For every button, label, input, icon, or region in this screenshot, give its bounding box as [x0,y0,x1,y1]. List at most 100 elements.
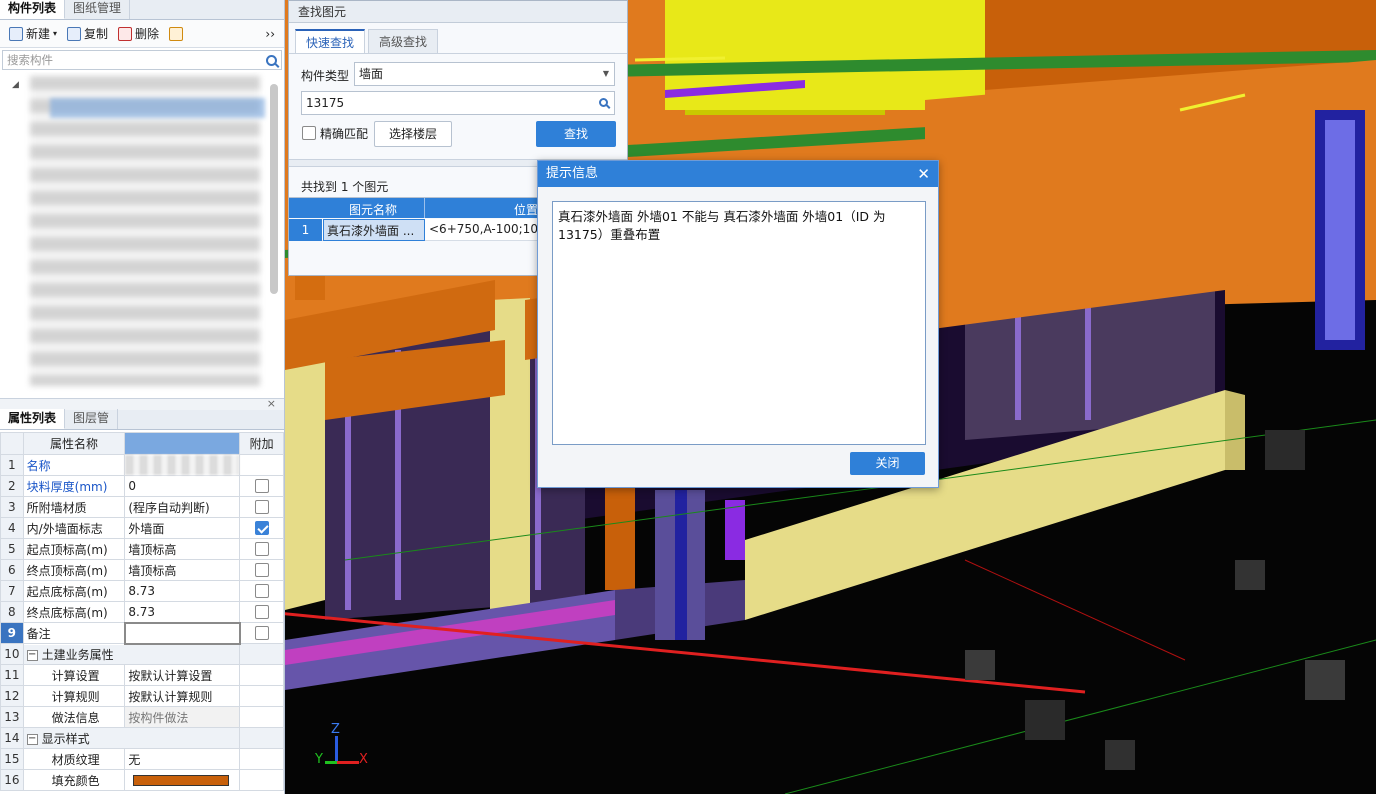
property-value[interactable]: (程序自动判断) [124,496,241,518]
property-tabbar: 属性列表 图层管 [0,409,284,430]
attach-checkbox[interactable] [254,500,269,515]
tab-quick-find[interactable]: 快速查找 [295,29,366,53]
property-value[interactable]: 按默认计算规则 [124,685,241,707]
exact-match-checkbox[interactable] [302,126,316,140]
property-name: 内/外墙面标志 [22,517,126,539]
dialog-message: 真石漆外墙面 外墙01 不能与 真石漆外墙面 外墙01（ID 为 13175）重… [558,209,886,242]
search-icon[interactable] [266,54,277,66]
choose-floor-button[interactable]: 选择楼层 [374,121,452,147]
row-number-header [0,432,24,455]
row-number: 10 [0,643,24,665]
property-value[interactable] [123,621,241,645]
attach-checkbox[interactable] [254,626,269,641]
component-tree[interactable]: ◢ [0,72,284,392]
property-value[interactable]: 8.73 [124,601,241,623]
table-row[interactable]: 7 起点底标高(m) 8.73 [0,580,284,602]
component-type-select[interactable]: 墙面 ▼ [354,62,615,86]
table-row[interactable]: 2 块料厚度(mm) 0 [0,475,284,497]
table-row[interactable]: 13 做法信息 按构件做法 [0,706,284,728]
table-row[interactable]: 1 名称 [0,454,284,476]
attach-checkbox[interactable] [254,479,269,494]
row-number: 2 [0,475,24,497]
delete-button[interactable]: 删除 [113,23,164,45]
tab-advanced-find[interactable]: 高级查找 [368,29,439,53]
table-row[interactable]: 16 填充颜色 [0,769,284,791]
table-row[interactable]: 6 终点顶标高(m) 墙顶标高 [0,559,284,581]
tab-properties[interactable]: 属性列表 [0,409,66,429]
result-position-header: 位置 [514,203,539,217]
attach-checkbox[interactable] [254,584,269,599]
dialog-close-button[interactable]: 关闭 [850,452,925,475]
dialog-message-box[interactable]: 真石漆外墙面 外墙01 不能与 真石漆外墙面 外墙01（ID 为 13175）重… [552,201,926,445]
layer-button[interactable] [164,23,188,45]
property-name: 备注 [22,622,126,644]
table-row[interactable]: 12 计算规则 按默认计算规则 [0,685,284,707]
element-id-input[interactable]: 13175 [301,91,615,115]
copy-button[interactable]: 复制 [62,23,113,45]
attach-checkbox[interactable] [254,521,269,536]
property-value[interactable]: 按默认计算设置 [124,664,241,686]
table-row[interactable]: 9 备注 [0,621,284,645]
attach-checkbox[interactable] [254,605,269,620]
table-row[interactable]: 15 材质纹理无 [0,748,284,770]
attach-cell [239,706,284,728]
row-number: 4 [0,517,24,539]
collapse-icon[interactable]: − [26,649,38,661]
property-table: 属性名称 附加 1 名称 2 块料厚度(mm) 0 3 所附墙材质 (程序自动判断) 4 内/外墙… [0,432,284,791]
table-row[interactable]: 14− 显示样式 [0,727,284,749]
table-row[interactable]: 10− 土建业务属性 [0,643,284,665]
close-icon[interactable]: × [267,397,276,410]
tree-expand-icon[interactable]: ◢ [12,80,19,90]
tab-drawings[interactable]: 图纸管理 [65,0,131,19]
attach-cell [239,538,284,560]
collapse-icon[interactable]: − [26,733,38,745]
layer-icon [169,26,184,41]
attach-cell [239,622,284,644]
property-value[interactable] [124,454,241,476]
property-name: 做法信息 [22,706,126,728]
property-value[interactable]: 墙顶标高 [124,559,241,581]
property-value[interactable]: 8.73 [124,580,241,602]
property-value[interactable]: 按构件做法 [124,706,241,728]
attach-cell [239,601,284,623]
property-value[interactable]: 墙顶标高 [124,538,241,560]
property-extra-header: 附加 [239,432,284,455]
component-search-input[interactable]: 搜索构件 [2,50,282,70]
new-button[interactable]: 新建 ▾ [4,23,62,45]
table-row[interactable]: 5 起点顶标高(m) 墙顶标高 [0,538,284,560]
property-name: 终点顶标高(m) [22,559,126,581]
property-value[interactable] [124,769,241,791]
result-header-separator [424,198,425,218]
z-axis-label: Z [331,722,340,737]
table-row[interactable]: 8 终点底标高(m) 8.73 [0,601,284,623]
more-button[interactable]: ›› [260,23,280,45]
attach-checkbox[interactable] [254,542,269,557]
table-row[interactable]: 3 所附墙材质 (程序自动判断) [0,496,284,518]
tab-layers[interactable]: 图层管 [65,409,119,429]
tree-selected-row[interactable] [50,98,265,118]
attach-cell [239,475,284,497]
exact-match-label: 精确匹配 [320,127,369,141]
table-row[interactable]: 4 内/外墙面标志 外墙面 [0,517,284,539]
result-row-number: 1 [289,219,322,241]
x-axis-label: X [359,752,368,767]
tab-components[interactable]: 构件列表 [0,0,66,19]
fill-color-swatch[interactable] [133,775,230,786]
result-row-position: <6+750,A-100;10-8 [429,222,539,236]
close-icon[interactable]: ✕ [917,161,930,187]
z-axis-line [335,736,338,762]
tree-scrollbar[interactable] [270,84,278,294]
property-value[interactable]: 外墙面 [124,517,241,539]
search-icon[interactable] [599,98,608,107]
element-id-value: 13175 [306,96,345,110]
row-number: 3 [0,496,24,518]
redacted-tree-content [30,76,260,386]
attach-checkbox[interactable] [254,563,269,578]
attach-cell [239,664,284,686]
find-button[interactable]: 查找 [536,121,616,147]
table-row[interactable]: 11 计算设置 按默认计算设置 [0,664,284,686]
attach-cell [239,580,284,602]
property-value[interactable]: 无 [124,748,241,770]
left-panel: 构件列表 图纸管理 新建 ▾ 复制 删除 ›› 搜索构件 ◢ × 属性列表 图层管… [0,0,285,794]
property-value[interactable]: 0 [124,475,241,497]
